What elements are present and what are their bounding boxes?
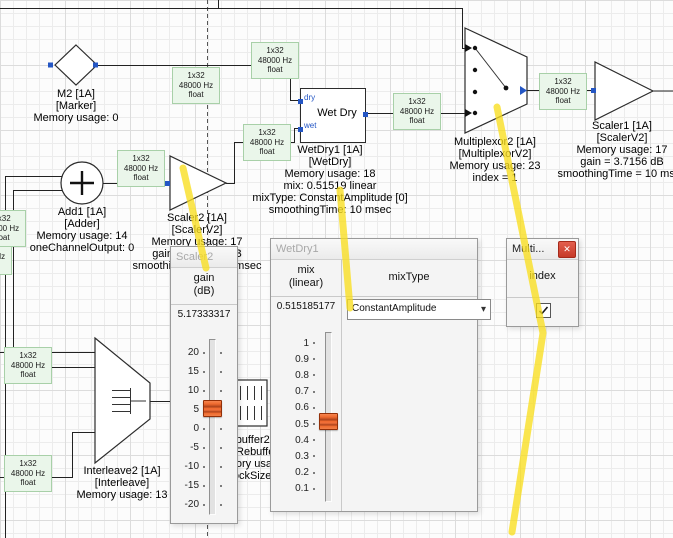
index-checkbox[interactable] bbox=[536, 303, 551, 318]
panel-multiplexor2[interactable]: Multi... ✕ index bbox=[506, 238, 579, 327]
wet-input-port[interactable] bbox=[298, 127, 303, 132]
signal-type-box: 1x3248000 Hzfloat bbox=[251, 42, 299, 79]
mixtype-dropdown[interactable]: ConstantAmplitude ▾ bbox=[347, 299, 491, 320]
slider-tick: 15 bbox=[173, 362, 233, 381]
wetdry-block-name: Wet Dry bbox=[301, 107, 365, 119]
signal-type-box: 1x3248000 Hzfloat bbox=[393, 93, 441, 130]
slider-tick: -10 bbox=[173, 457, 233, 476]
gain-param-header: gain (dB) bbox=[171, 272, 237, 298]
wet-input-label: wet bbox=[304, 121, 316, 130]
index-param-header: index bbox=[507, 270, 578, 283]
signal-type-box: 1x3248000 Hzfloat bbox=[4, 347, 52, 384]
mix-param-header: mix (linear) bbox=[271, 264, 341, 290]
slider-tick: -15 bbox=[173, 476, 233, 495]
block-label-multiplexor2: Multiplexor2 [1A] [MultiplexorV2] Memory… bbox=[449, 136, 540, 184]
slider-tick: 20 bbox=[173, 343, 233, 362]
panel-title[interactable]: Scaler2 bbox=[171, 247, 237, 268]
wetdry-output-port[interactable] bbox=[363, 112, 368, 117]
mixtype-selected-value: ConstantAmplitude bbox=[352, 303, 437, 314]
panel-title[interactable]: WetDry1 bbox=[271, 239, 477, 260]
block-label-add1: Add1 [1A] [Adder] Memory usage: 14 oneCh… bbox=[30, 206, 135, 254]
scaler2-block-shape[interactable] bbox=[170, 156, 226, 210]
chevron-down-icon: ▾ bbox=[481, 301, 486, 318]
close-icon[interactable]: ✕ bbox=[558, 241, 576, 258]
scaler1-block-shape[interactable] bbox=[595, 62, 653, 120]
multiplexor-block-shape[interactable] bbox=[465, 28, 527, 133]
signal-type-box: 1x3248000 Hzfloat bbox=[539, 73, 587, 110]
marker-block-shape[interactable] bbox=[55, 45, 97, 85]
gain-value[interactable]: 5.17333317 bbox=[171, 309, 237, 320]
signal-type-box: 1x3248000 Hzfloat bbox=[4, 455, 52, 492]
slider-tick: -20 bbox=[173, 495, 233, 514]
diagram-canvas: 1x3248000 Hzfloat 1x3248000 Hzfloat 1x32… bbox=[0, 0, 673, 538]
mix-value[interactable]: 0.515185177 bbox=[271, 301, 341, 312]
signal-type-box: 1x3248000 Hzfloat bbox=[117, 150, 165, 187]
mix-slider-handle[interactable] bbox=[319, 413, 338, 430]
dry-input-label: dry bbox=[304, 93, 315, 102]
signal-type-box: 1x3248000 Hzfloat bbox=[0, 210, 26, 247]
block-wetdry[interactable]: dry wet Wet Dry bbox=[300, 88, 366, 143]
mixtype-param-header: mixType bbox=[341, 271, 477, 284]
block-label-scaler1: Scaler1 [1A] [ScalerV2] Memory usage: 17… bbox=[558, 120, 673, 180]
signal-type-box: 1x3248000 Hzfloat bbox=[243, 124, 291, 161]
gain-slider-handle[interactable] bbox=[203, 400, 222, 417]
separator bbox=[271, 296, 477, 297]
separator bbox=[171, 304, 237, 305]
panel-scaler2[interactable]: Scaler2 gain (dB) 5.17333317 20151050-5-… bbox=[170, 246, 238, 524]
block-label-m2: M2 [1A] [Marker] Memory usage: 0 bbox=[34, 88, 119, 124]
dry-input-port[interactable] bbox=[298, 99, 303, 104]
panel-wetdry1[interactable]: WetDry1 mix (linear) mixType 0.515185177… bbox=[270, 238, 478, 512]
gain-slider-track[interactable] bbox=[209, 339, 216, 515]
slider-tick: 0 bbox=[173, 419, 233, 438]
slider-tick: 10 bbox=[173, 381, 233, 400]
gain-slider-scale: 20151050-5-10-15-20 bbox=[173, 343, 233, 514]
check-icon bbox=[537, 304, 550, 317]
slider-tick: -5 bbox=[173, 438, 233, 457]
signal-type-box: 1x3248000 Hzfloat bbox=[172, 67, 220, 104]
separator bbox=[507, 297, 578, 298]
block-label-interleave2: Interleave2 [1A] [Interleave] Memory usa… bbox=[76, 465, 167, 501]
